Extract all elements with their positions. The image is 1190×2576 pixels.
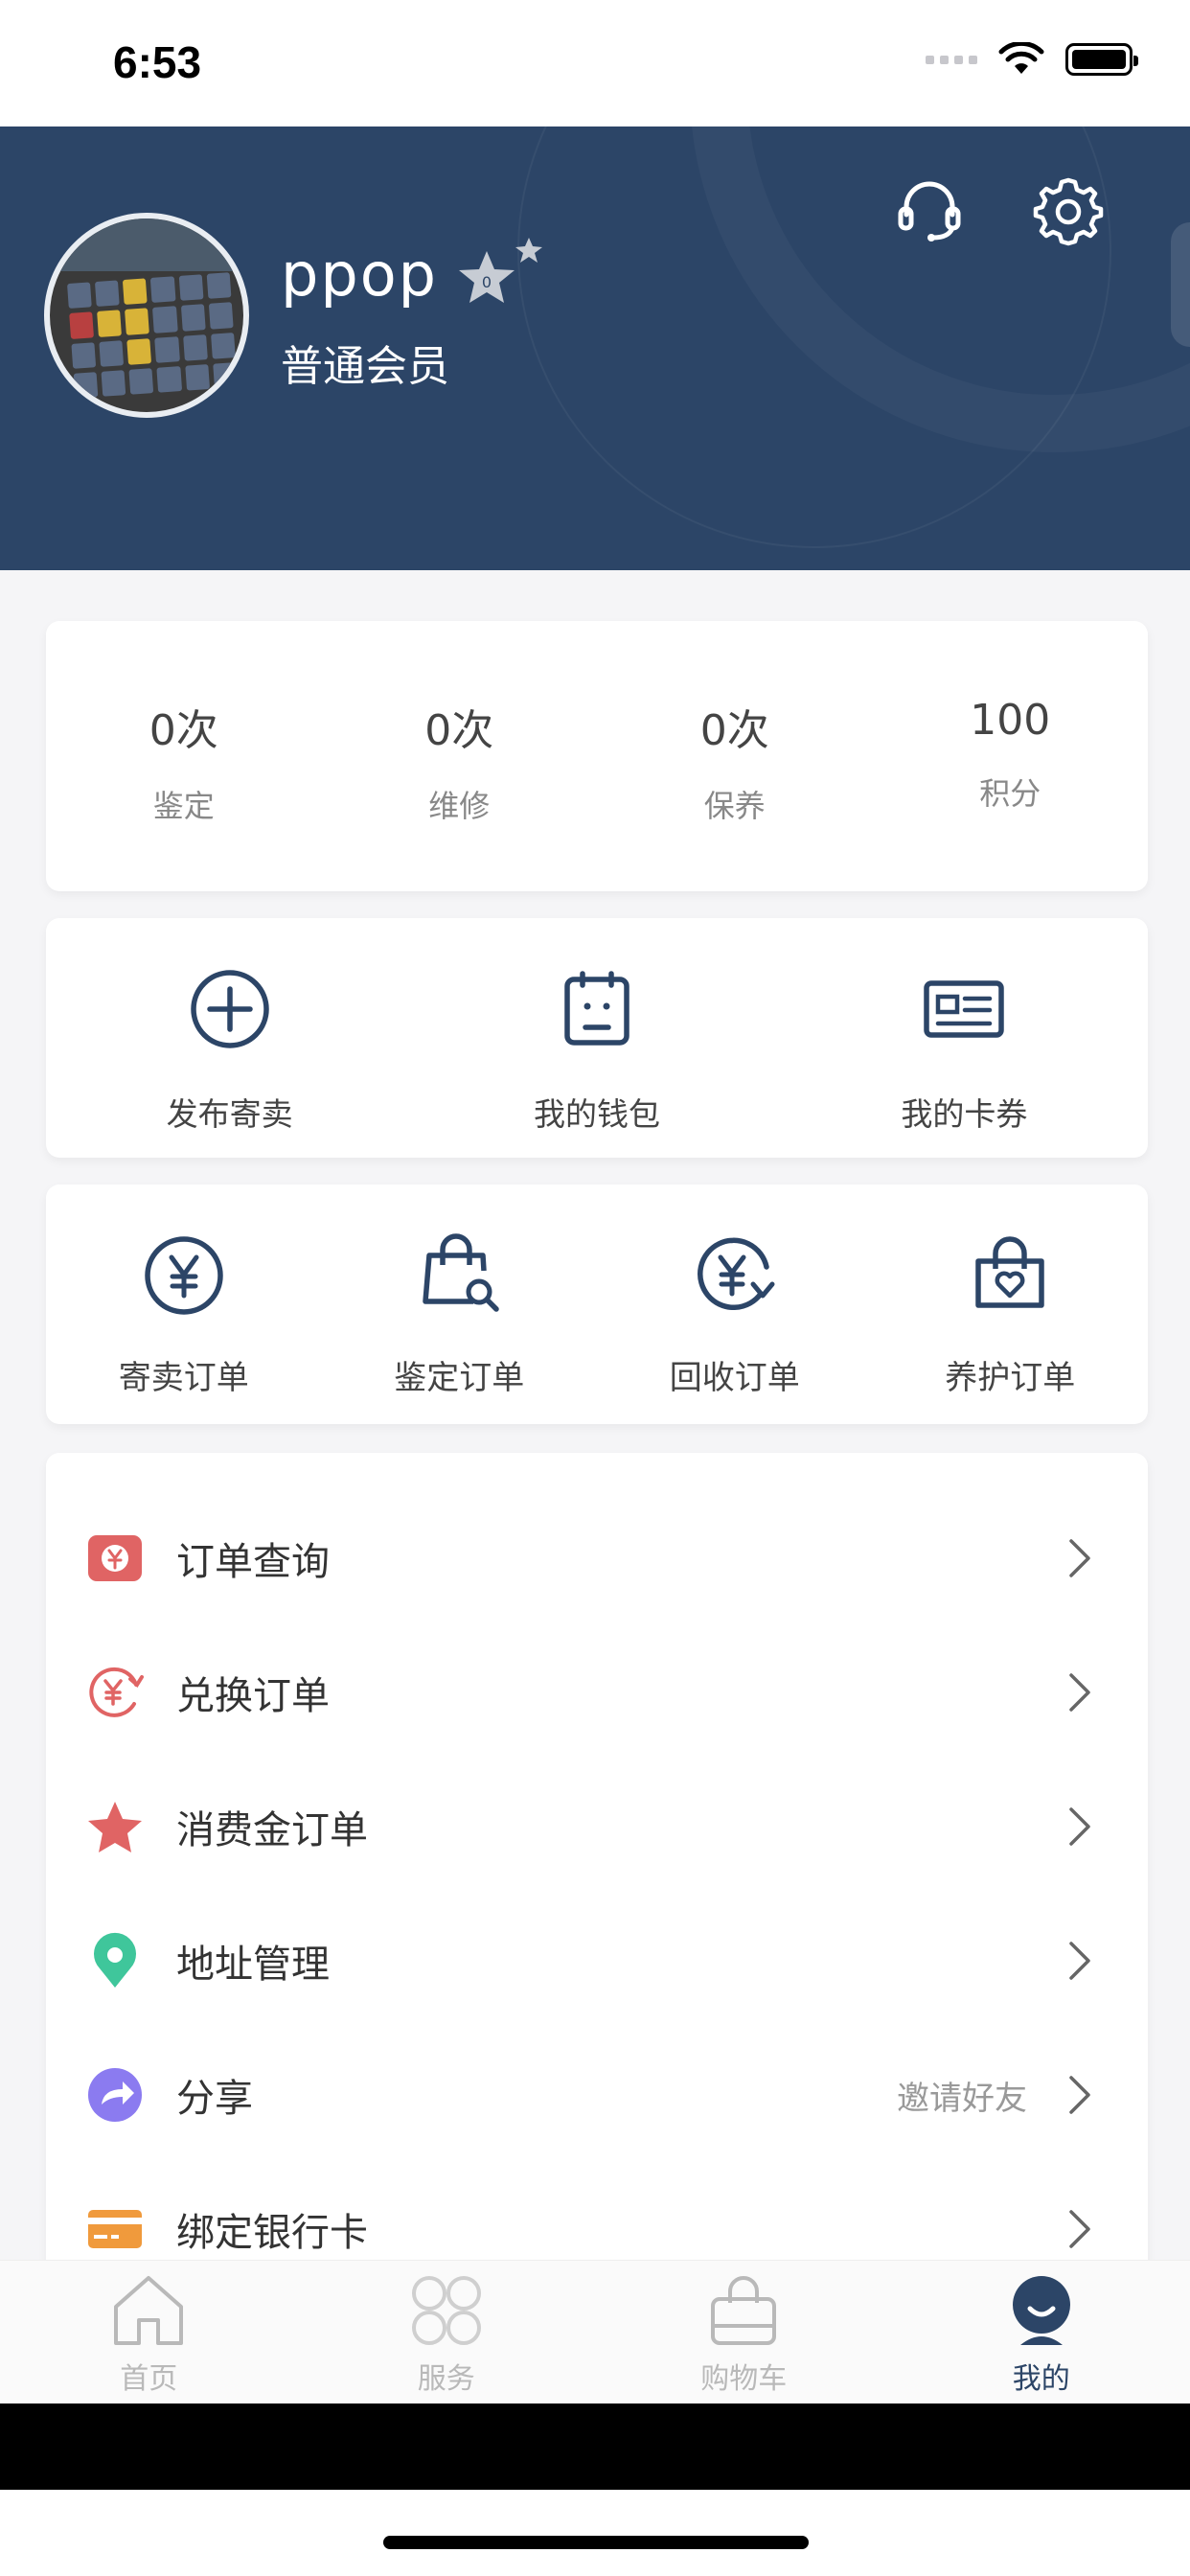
avatar[interactable]: [44, 213, 249, 418]
stat-value: 0次: [699, 706, 769, 755]
bag-heart-icon: [975, 1236, 1044, 1308]
menu-item-address[interactable]: 地址管理: [46, 1894, 1148, 2028]
tab-service[interactable]: 服务: [298, 2261, 596, 2404]
svg-text:0: 0: [482, 273, 492, 291]
stat-label: 鉴定: [152, 788, 215, 824]
my-wallet-button[interactable]: 我的钱包: [413, 918, 780, 1158]
stat-value: 0次: [424, 706, 494, 755]
customer-service-icon[interactable]: [891, 172, 968, 249]
card-coupon-icon: [924, 980, 1005, 1038]
exchange-icon: [89, 1667, 144, 1717]
publish-consignment-button[interactable]: 发布寄卖: [46, 918, 413, 1158]
chevron-right-icon: [1069, 1942, 1090, 1980]
invite-friends-hint: 邀请好友: [897, 2079, 1027, 2118]
profile-screen: 6:53 ppop 0 普通会员 0次 鉴定 0次 维修 0次 保养 100 积…: [0, 0, 1190, 2576]
menu-item-consumption-orders[interactable]: 消费金订单: [46, 1760, 1148, 1894]
signal-icon: [926, 55, 977, 64]
home-icon: [114, 2276, 184, 2345]
stat-label: 积分: [979, 775, 1041, 812]
order-type-label: 寄卖订单: [118, 1359, 249, 1397]
settings-gear-icon[interactable]: [1030, 172, 1107, 249]
order-query-icon: [88, 1535, 142, 1581]
cart-bag-icon: [711, 2276, 777, 2345]
location-pin-icon: [94, 1932, 136, 1988]
order-type-label: 鉴定订单: [394, 1359, 525, 1397]
yen-circle-icon: [145, 1236, 223, 1315]
status-bar: 6:53: [0, 0, 1190, 126]
wallet-icon: [564, 971, 629, 1046]
stats-card: 0次 鉴定 0次 维修 0次 保养 100 积分: [46, 621, 1148, 891]
stat-value: 0次: [149, 706, 218, 755]
tab-profile[interactable]: 我的: [893, 2261, 1190, 2404]
quick-actions-card: 发布寄卖 我的钱包 我的卡券: [46, 918, 1148, 1158]
tab-bar: 首页 服务 购物车 我的: [0, 2260, 1190, 2404]
recycle-orders-button[interactable]: 回收订单: [597, 1184, 873, 1424]
tab-label: 服务: [417, 2362, 475, 2396]
order-type-label: 养护订单: [945, 1359, 1076, 1397]
order-types-card: 寄卖订单 鉴定订单 回收订单 养护订单: [46, 1184, 1148, 1424]
menu-label: 订单查询: [176, 1540, 330, 1584]
stat-repair[interactable]: 0次 维修: [322, 621, 598, 891]
chevron-right-icon: [1069, 2210, 1090, 2248]
menu-label: 兑换订单: [176, 1674, 330, 1718]
status-time: 6:53: [113, 37, 202, 87]
menu-item-exchange-orders[interactable]: 兑换订单: [46, 1625, 1148, 1760]
wifi-icon: [998, 42, 1044, 74]
action-label: 发布寄卖: [166, 1095, 293, 1133]
chevron-right-icon: [1069, 2076, 1090, 2114]
star-icon: [88, 1802, 142, 1852]
consignment-orders-button[interactable]: 寄卖订单: [46, 1184, 322, 1424]
stat-label: 保养: [703, 788, 766, 824]
battery-icon: [1065, 43, 1138, 76]
action-label: 我的钱包: [533, 1095, 660, 1133]
stat-points[interactable]: 100 积分: [873, 621, 1149, 891]
stat-label: 维修: [428, 788, 491, 824]
home-indicator-area: [0, 2490, 1190, 2576]
menu-item-share[interactable]: 分享 邀请好友: [46, 2028, 1148, 2162]
menu-list: 订单查询 兑换订单 消费金订单 地址管理 分享 邀请好友 绑定银行卡: [46, 1453, 1148, 2267]
stat-maintenance[interactable]: 0次 保养: [597, 621, 873, 891]
member-level: 普通会员: [281, 342, 449, 391]
action-label: 我的卡券: [901, 1095, 1028, 1133]
appraisal-orders-button[interactable]: 鉴定订单: [322, 1184, 598, 1424]
home-indicator[interactable]: [383, 2536, 809, 2549]
chevron-right-icon: [1069, 1539, 1090, 1577]
chevron-right-icon: [1069, 1807, 1090, 1846]
tab-label: 首页: [120, 2362, 178, 2396]
menu-label: 绑定银行卡: [176, 2211, 368, 2255]
bottom-black-bar: [0, 2404, 1190, 2490]
profile-icon: [1012, 2276, 1070, 2345]
tab-label: 购物车: [700, 2362, 788, 2396]
tab-home[interactable]: 首页: [0, 2261, 298, 2404]
menu-item-order-query[interactable]: 订单查询: [46, 1491, 1148, 1625]
maintenance-orders-button[interactable]: 养护订单: [873, 1184, 1149, 1424]
bank-card-icon: [88, 2210, 142, 2248]
bag-search-icon: [423, 1233, 499, 1312]
tab-cart[interactable]: 购物车: [595, 2261, 893, 2404]
service-grid-icon: [411, 2276, 481, 2345]
menu-label: 分享: [176, 2077, 253, 2121]
status-icons: [926, 42, 1138, 77]
profile-header: ppop 0 普通会员: [0, 126, 1190, 570]
username: ppop: [281, 240, 438, 310]
my-coupons-button[interactable]: 我的卡券: [781, 918, 1148, 1158]
menu-label: 地址管理: [176, 1943, 330, 1987]
chevron-right-icon: [1069, 1673, 1090, 1712]
plus-circle-icon: [190, 970, 269, 1048]
vip-star-icon: 0: [459, 238, 542, 303]
order-type-label: 回收订单: [669, 1359, 800, 1397]
stat-appraisal[interactable]: 0次 鉴定: [46, 621, 322, 891]
menu-label: 消费金订单: [176, 1808, 368, 1852]
share-icon: [88, 2068, 142, 2122]
yen-recycle-icon: [697, 1237, 775, 1311]
tab-label: 我的: [1012, 2362, 1070, 2396]
stat-value: 100: [970, 696, 1051, 745]
